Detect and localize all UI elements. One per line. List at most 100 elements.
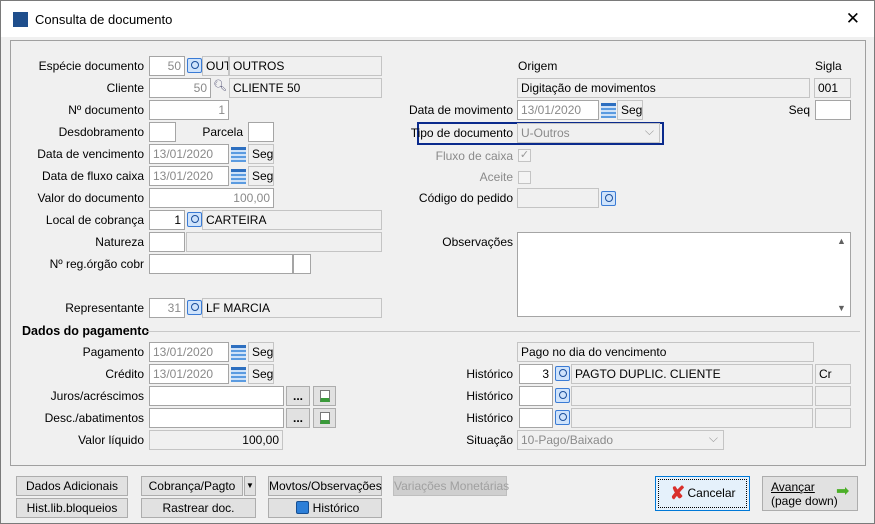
dados-adicionais-button[interactable]: Dados Adicionais [16, 476, 128, 496]
observacoes-label: Observações [442, 235, 513, 249]
situacao-select[interactable]: 10-Pago/Baixado [517, 430, 724, 450]
especie-code-input[interactable]: 50 [149, 56, 185, 76]
calendar-icon[interactable] [231, 169, 246, 184]
tipo-label: Tipo de documento [410, 126, 513, 140]
fluxo-label: Data de fluxo caixa [41, 169, 144, 183]
cliente-code-input[interactable]: 50 [149, 78, 211, 98]
pedido-label: Código do pedido [418, 191, 513, 205]
natureza-code-input[interactable] [149, 232, 185, 252]
natureza-label: Natureza [95, 235, 144, 249]
search-icon[interactable] [187, 58, 202, 73]
aceite-label: Aceite [479, 170, 513, 184]
historico-button-label: Histórico [312, 501, 360, 515]
desc-browse-button[interactable]: ... [286, 408, 310, 428]
rastrear-button[interactable]: Rastrear doc. [141, 498, 256, 518]
avancar-button[interactable]: Avançar (page down) ➡ [762, 476, 858, 511]
movtos-button[interactable]: Movtos/Observações [268, 476, 382, 496]
cliente-label: Cliente [106, 81, 144, 95]
arrow-right-icon: ➡ [836, 483, 850, 500]
calendar-icon[interactable] [231, 147, 246, 162]
seq-input[interactable] [815, 100, 851, 120]
variacoes-button[interactable]: Variações Monetárias [393, 476, 509, 496]
origem-value: Digitação de movimentos [517, 78, 810, 98]
calendar-icon[interactable] [231, 345, 246, 360]
desdobramento-label: Desdobramento [58, 125, 144, 139]
pagamento-day: Seg [248, 342, 274, 362]
pagamento-label: Pagamento [82, 345, 144, 359]
especie-label: Espécie documento [38, 59, 144, 73]
fluxo-caixa-label: Fluxo de caixa [435, 149, 513, 163]
sigla-label: Sigla [815, 59, 842, 73]
search-icon[interactable] [187, 300, 202, 315]
seq-label: Seq [788, 103, 810, 117]
juros-input[interactable] [149, 386, 284, 406]
credito-label: Crédito [105, 367, 144, 381]
search-icon[interactable] [555, 388, 570, 403]
credito-day: Seg [248, 364, 274, 384]
valor-label: Valor do documento [37, 191, 144, 205]
desdobramento-input[interactable] [149, 122, 176, 142]
title-bar: Consulta de documento ✕ [1, 1, 874, 37]
numero-label: Nº documento [68, 103, 144, 117]
cancelar-button[interactable]: ✘ Cancelar [655, 476, 750, 511]
close-icon[interactable]: ✕ [846, 9, 860, 29]
especie-desc: OUTROS [229, 56, 382, 76]
cliente-desc: CLIENTE 50 [229, 78, 382, 98]
scrollbar[interactable]: ▲ ▼ [833, 233, 850, 316]
historico-desc [571, 408, 813, 428]
search-icon[interactable] [555, 366, 570, 381]
pagamento-input[interactable]: 13/01/2020 [149, 342, 229, 362]
search-icon[interactable] [601, 191, 616, 206]
observacoes-textarea[interactable] [517, 232, 851, 317]
historico-code-input[interactable] [519, 386, 553, 406]
representante-code-input[interactable]: 31 [149, 298, 185, 318]
nreg-digit-input[interactable] [293, 254, 311, 274]
valor-input[interactable]: 100,00 [149, 188, 274, 208]
search-icon[interactable] [187, 212, 202, 227]
local-code-input[interactable]: 1 [149, 210, 185, 230]
calendar-icon[interactable] [601, 103, 616, 118]
historico-desc: PAGTO DUPLIC. CLIENTE [571, 364, 813, 384]
historico-code-input[interactable] [519, 408, 553, 428]
fluxo-input[interactable]: 13/01/2020 [149, 166, 229, 186]
nreg-input[interactable] [149, 254, 293, 274]
hist-lib-button[interactable]: Hist.lib.bloqueios [16, 498, 128, 518]
document-icon [320, 412, 330, 424]
clock-icon [296, 501, 309, 514]
juros-browse-button[interactable]: ... [286, 386, 310, 406]
historico-button[interactable]: Histórico [268, 498, 382, 518]
fluxo-caixa-checkbox[interactable]: ✓ [518, 149, 531, 162]
search-icon[interactable] [555, 410, 570, 425]
representante-desc: LF MARCIA [202, 298, 382, 318]
historico-label: Histórico [466, 389, 513, 403]
pagamento-note: Pago no dia do vencimento [517, 342, 814, 362]
historico-code-input[interactable]: 3 [519, 364, 553, 384]
aceite-checkbox[interactable] [518, 171, 531, 184]
movimento-day: Seg [617, 100, 643, 120]
pedido-input[interactable] [517, 188, 599, 208]
cobranca-button[interactable]: Cobrança/Pagto [141, 476, 243, 496]
cobranca-dropdown-button[interactable]: ▼ [244, 476, 256, 496]
sigla-value: 001 [814, 78, 851, 98]
historico-type: Cr [815, 364, 851, 384]
movimento-input[interactable]: 13/01/2020 [517, 100, 599, 120]
vencimento-label: Data de vencimento [37, 147, 144, 161]
numero-input[interactable]: 1 [149, 100, 229, 120]
search-dropdown-icon[interactable]: 🔍︎ [213, 79, 228, 94]
window-title: Consulta de documento [35, 12, 173, 27]
parcela-label: Parcela [202, 125, 243, 139]
tipo-select[interactable]: U-Outros [517, 123, 660, 143]
divider [146, 331, 860, 332]
parcela-input[interactable] [248, 122, 274, 142]
juros-calc-button[interactable] [313, 386, 336, 406]
juros-label: Juros/acréscimos [50, 389, 144, 403]
desc-calc-button[interactable] [313, 408, 336, 428]
origem-label: Origem [518, 59, 558, 73]
movimento-label: Data de movimento [408, 103, 513, 117]
vencimento-input[interactable]: 13/01/2020 [149, 144, 229, 164]
document-icon [320, 390, 330, 402]
desc-input[interactable] [149, 408, 284, 428]
credito-input[interactable]: 13/01/2020 [149, 364, 229, 384]
calendar-icon[interactable] [231, 367, 246, 382]
section-title: Dados do pagamento [22, 324, 150, 338]
